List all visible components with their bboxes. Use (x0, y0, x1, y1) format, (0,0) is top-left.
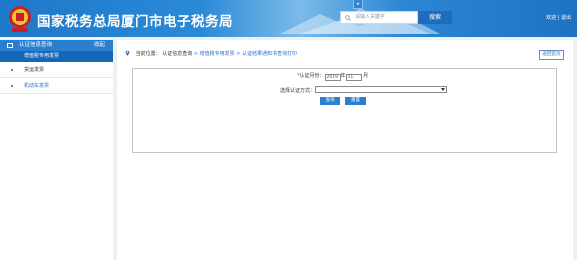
site-title: 国家税务总局厦门市电子税务局 (37, 14, 233, 30)
breadcrumb-home[interactable]: 认证信息查询 (162, 51, 192, 57)
header-tab-marker[interactable]: ★ (353, 0, 363, 9)
sidebar-item-label: 机动车发票 (24, 83, 50, 89)
method-select[interactable] (315, 86, 448, 93)
header-user-links[interactable]: 欢迎 | 退出 (546, 14, 571, 21)
bullet-icon (11, 69, 13, 71)
search-placeholder: 请输入关键字 (355, 14, 386, 20)
sidebar-item-vat-special-invoice[interactable]: 增值税专用发票 (0, 51, 113, 62)
breadcrumb-current[interactable]: 认证结果通知书查询打印 (242, 51, 297, 57)
month-unit: 月 (363, 73, 369, 79)
search-button[interactable]: 搜索 (418, 11, 452, 24)
breadcrumb-prefix: 当前位置： (135, 51, 161, 57)
main-content: 当前位置： 认证信息查询 > 增值税专用发票 > 认证结果通知书查询打印 返回首… (117, 40, 573, 260)
sidebar-section-header[interactable]: 认证信息查询 收起 (0, 40, 113, 51)
reset-button[interactable]: 重置 (345, 97, 366, 105)
period-row: *认证月份： 2019 年 11 月 (297, 72, 368, 81)
sidebar: 认证信息查询 收起 增值税专用发票 货运发票 机动车发票 (0, 40, 113, 260)
breadcrumb-link[interactable]: 增值税专用发票 (200, 51, 235, 57)
sidebar-item-freight-invoice[interactable]: 货运发票 (0, 62, 113, 78)
chevron-down-icon (441, 88, 446, 91)
location-pin-icon (125, 50, 130, 56)
sidebar-section-title: 认证信息查询 (19, 42, 53, 48)
folder-icon (7, 43, 13, 48)
method-label: 选择认证方式： (280, 88, 316, 94)
breadcrumb: 当前位置： 认证信息查询 > 增值税专用发票 > 认证结果通知书查询打印 (125, 50, 297, 57)
year-input[interactable]: 2019 (324, 74, 341, 81)
sidebar-item-label: 货运发票 (24, 67, 45, 73)
period-label: 认证月份： (299, 73, 325, 79)
query-button[interactable]: 查询 (320, 97, 340, 105)
tax-emblem-icon (9, 6, 31, 32)
search-input[interactable]: 请输入关键字 (340, 11, 418, 24)
query-form-panel: *认证月份： 2019 年 11 月 选择认证方式： 查询 重置 (132, 68, 557, 153)
month-input[interactable]: 11 (345, 74, 362, 81)
site-header: 国家税务总局厦门市电子税务局 ★ 请输入关键字 搜索 欢迎 | 退出 (0, 0, 577, 37)
sidebar-collapse-link[interactable]: 收起 (94, 40, 105, 51)
bullet-icon (11, 85, 13, 87)
back-home-button[interactable]: 返回首页 (539, 50, 564, 60)
sidebar-item-vehicle-invoice[interactable]: 机动车发票 (0, 78, 113, 94)
method-row: 选择认证方式： (280, 86, 448, 94)
search-icon (345, 15, 351, 21)
